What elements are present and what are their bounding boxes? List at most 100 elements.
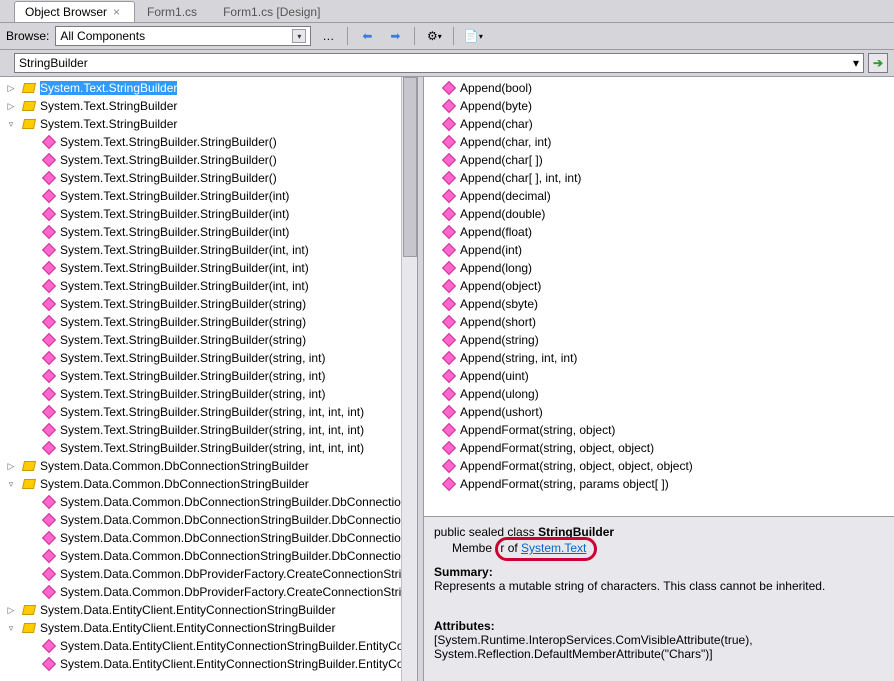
member-item[interactable]: Append(double) (424, 205, 894, 223)
tree-node[interactable]: System.Text.StringBuilder.StringBuilder(… (0, 169, 417, 187)
expander-icon[interactable] (26, 569, 36, 579)
expander-icon[interactable] (26, 353, 36, 363)
expander-icon[interactable]: ▿ (6, 623, 16, 633)
expander-icon[interactable]: ▿ (6, 119, 16, 129)
expander-icon[interactable] (26, 173, 36, 183)
expander-icon[interactable] (26, 245, 36, 255)
expander-icon[interactable] (26, 209, 36, 219)
expander-icon[interactable] (26, 335, 36, 345)
tree-node[interactable]: System.Text.StringBuilder.StringBuilder(… (0, 439, 417, 457)
chevron-down-icon[interactable]: ▾ (853, 56, 859, 70)
tree-node[interactable]: System.Text.StringBuilder.StringBuilder(… (0, 331, 417, 349)
close-icon[interactable]: × (113, 5, 120, 19)
member-item[interactable]: Append(float) (424, 223, 894, 241)
member-item[interactable]: Append(char, int) (424, 133, 894, 151)
expander-icon[interactable] (26, 389, 36, 399)
expander-icon[interactable]: ▷ (6, 101, 16, 111)
tree-node[interactable]: System.Text.StringBuilder.StringBuilder(… (0, 205, 417, 223)
tree-node[interactable]: ▿System.Data.Common.DbConnectionStringBu… (0, 475, 417, 493)
member-item[interactable]: Append(char[ ], int, int) (424, 169, 894, 187)
tree-node[interactable]: System.Data.Common.DbProviderFactory.Cre… (0, 583, 417, 601)
member-item[interactable]: Append(int) (424, 241, 894, 259)
expander-icon[interactable]: ▿ (6, 479, 16, 489)
tab-1[interactable]: Form1.cs (137, 2, 211, 22)
expander-icon[interactable] (26, 515, 36, 525)
member-item[interactable]: Append(sbyte) (424, 295, 894, 313)
member-item[interactable]: Append(char[ ]) (424, 151, 894, 169)
tree-node[interactable]: System.Text.StringBuilder.StringBuilder(… (0, 133, 417, 151)
expander-icon[interactable] (26, 551, 36, 561)
expander-icon[interactable] (26, 407, 36, 417)
member-item[interactable]: Append(decimal) (424, 187, 894, 205)
expander-icon[interactable] (26, 299, 36, 309)
tree-node[interactable]: ▿System.Text.StringBuilder (0, 115, 417, 133)
expander-icon[interactable]: ▷ (6, 461, 16, 471)
tree-node[interactable]: ▷System.Data.EntityClient.EntityConnecti… (0, 601, 417, 619)
tree-node[interactable]: ▷System.Text.StringBuilder (0, 97, 417, 115)
member-item[interactable]: AppendFormat(string, object) (424, 421, 894, 439)
expander-icon[interactable] (26, 587, 36, 597)
tree-node[interactable]: System.Data.EntityClient.EntityConnectio… (0, 637, 417, 655)
tree-node[interactable]: System.Text.StringBuilder.StringBuilder(… (0, 223, 417, 241)
expander-icon[interactable] (26, 497, 36, 507)
member-item[interactable]: Append(char) (424, 115, 894, 133)
member-item[interactable]: AppendFormat(string, object, object, obj… (424, 457, 894, 475)
tree-node[interactable]: System.Data.Common.DbConnectionStringBui… (0, 493, 417, 511)
tree-node[interactable]: System.Data.Common.DbConnectionStringBui… (0, 529, 417, 547)
member-item[interactable]: Append(long) (424, 259, 894, 277)
tree-node[interactable]: System.Data.EntityClient.EntityConnectio… (0, 655, 417, 673)
expander-icon[interactable] (26, 281, 36, 291)
tree-node[interactable]: System.Text.StringBuilder.StringBuilder(… (0, 367, 417, 385)
expander-icon[interactable] (26, 425, 36, 435)
edit-scope-button[interactable]: … (317, 25, 339, 47)
search-go-button[interactable]: ➔ (868, 53, 888, 73)
member-item[interactable]: Append(uint) (424, 367, 894, 385)
back-button[interactable]: ⬅ (356, 25, 378, 47)
tree-node[interactable]: System.Text.StringBuilder.StringBuilder(… (0, 313, 417, 331)
tree-node[interactable]: System.Data.Common.DbConnectionStringBui… (0, 511, 417, 529)
member-item[interactable]: AppendFormat(string, object, object) (424, 439, 894, 457)
scrollbar-thumb[interactable] (403, 77, 417, 257)
tree-node[interactable]: ▷System.Data.Common.DbConnectionStringBu… (0, 457, 417, 475)
member-item[interactable]: Append(string) (424, 331, 894, 349)
tree-node[interactable]: System.Text.StringBuilder.StringBuilder(… (0, 385, 417, 403)
expander-icon[interactable]: ▷ (6, 83, 16, 93)
expander-icon[interactable] (26, 317, 36, 327)
member-item[interactable]: Append(ushort) (424, 403, 894, 421)
tab-0[interactable]: Object Browser× (14, 1, 135, 22)
tree-node[interactable]: System.Text.StringBuilder.StringBuilder(… (0, 259, 417, 277)
expander-icon[interactable] (26, 227, 36, 237)
member-item[interactable]: Append(short) (424, 313, 894, 331)
scrollbar[interactable] (401, 77, 417, 681)
expander-icon[interactable] (26, 641, 36, 651)
tree-node[interactable]: System.Text.StringBuilder.StringBuilder(… (0, 241, 417, 259)
add-reference-button[interactable]: 📄▾ (462, 25, 484, 47)
settings-button[interactable]: ⚙▾ (423, 25, 445, 47)
expander-icon[interactable] (26, 191, 36, 201)
member-item[interactable]: Append(ulong) (424, 385, 894, 403)
tree-node[interactable]: System.Data.Common.DbConnectionStringBui… (0, 547, 417, 565)
tree-node[interactable]: System.Text.StringBuilder.StringBuilder(… (0, 403, 417, 421)
tree-node[interactable]: System.Text.StringBuilder.StringBuilder(… (0, 295, 417, 313)
expander-icon[interactable] (26, 443, 36, 453)
expander-icon[interactable] (26, 371, 36, 381)
search-input[interactable]: StringBuilder ▾ (14, 53, 864, 73)
tree-node[interactable]: System.Text.StringBuilder.StringBuilder(… (0, 277, 417, 295)
member-item[interactable]: Append(bool) (424, 79, 894, 97)
tree-node[interactable]: System.Text.StringBuilder.StringBuilder(… (0, 151, 417, 169)
tree-node[interactable]: System.Text.StringBuilder.StringBuilder(… (0, 421, 417, 439)
member-item[interactable]: Append(object) (424, 277, 894, 295)
tree-node[interactable]: System.Text.StringBuilder.StringBuilder(… (0, 349, 417, 367)
browse-scope-combo[interactable]: All Components ▾ (55, 26, 311, 46)
member-item[interactable]: Append(string, int, int) (424, 349, 894, 367)
expander-icon[interactable]: ▷ (6, 605, 16, 615)
tab-2[interactable]: Form1.cs [Design] (213, 2, 334, 22)
expander-icon[interactable] (26, 533, 36, 543)
chevron-down-icon[interactable]: ▾ (292, 29, 306, 43)
expander-icon[interactable] (26, 263, 36, 273)
tree-node[interactable]: System.Data.Common.DbProviderFactory.Cre… (0, 565, 417, 583)
expander-icon[interactable] (26, 137, 36, 147)
expander-icon[interactable] (26, 659, 36, 669)
object-tree[interactable]: ▷System.Text.StringBuilder▷System.Text.S… (0, 77, 417, 675)
member-list[interactable]: Append(bool)Append(byte)Append(char)Appe… (424, 77, 894, 495)
